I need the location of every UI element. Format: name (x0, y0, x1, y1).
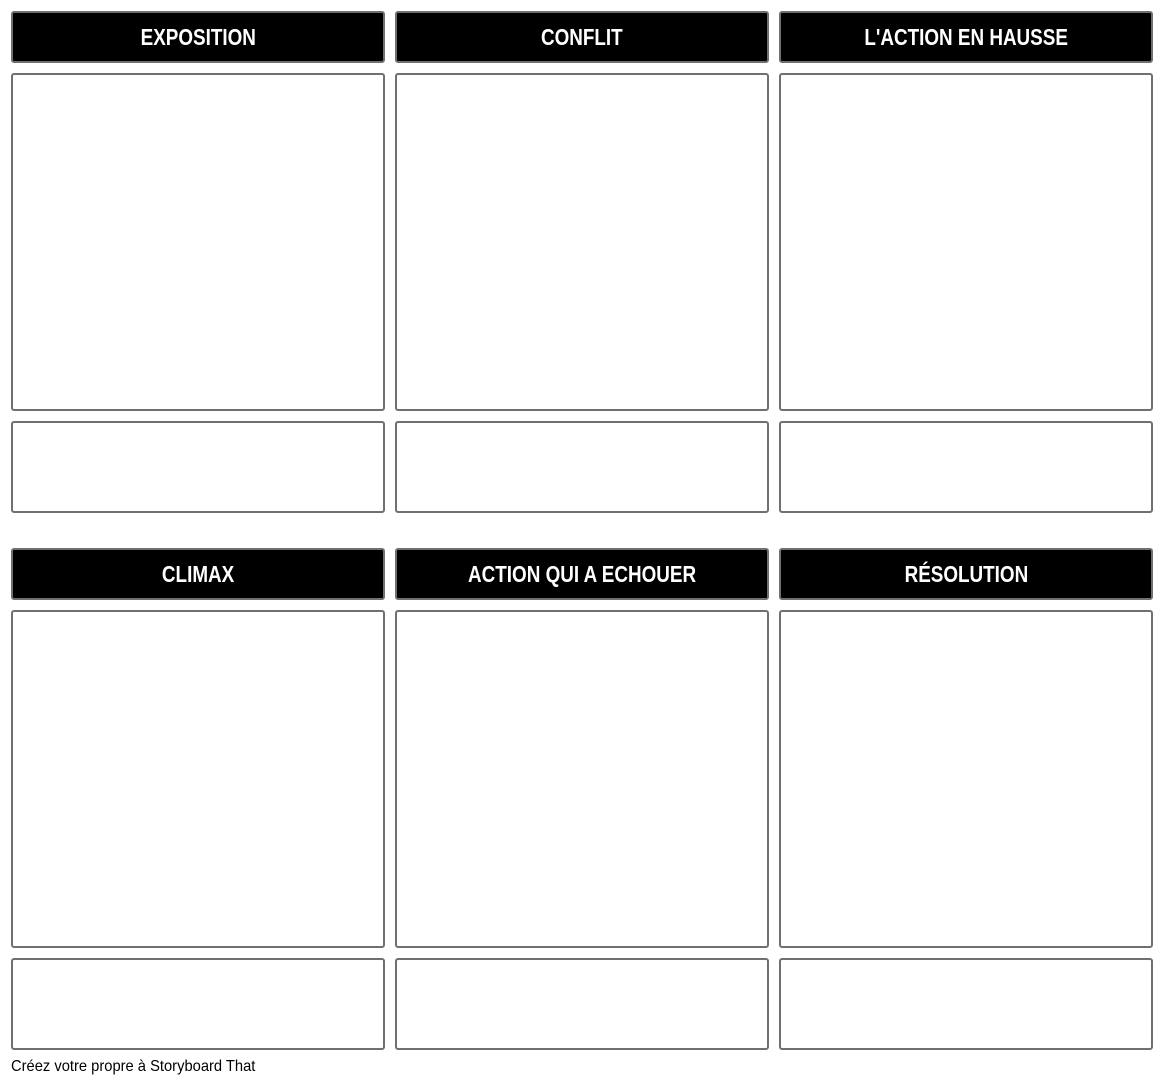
cell-title: RÉSOLUTION (779, 548, 1153, 600)
description-box[interactable] (395, 958, 769, 1050)
image-panel[interactable] (11, 73, 385, 411)
description-box[interactable] (11, 958, 385, 1050)
cell-title: EXPOSITION (11, 11, 385, 63)
cell-title: CONFLIT (395, 11, 769, 63)
cell-title: CLIMAX (11, 548, 385, 600)
cell-title-text: CLIMAX (161, 560, 235, 587)
cell-title-text: L'ACTION EN HAUSSE (864, 23, 1068, 50)
image-panel[interactable] (395, 610, 769, 948)
image-panel[interactable] (779, 73, 1153, 411)
description-box[interactable] (395, 421, 769, 513)
image-panel[interactable] (11, 610, 385, 948)
cell-title-text: RÉSOLUTION (904, 560, 1028, 587)
cell-title-text: ACTION QUI A ECHOUER (467, 560, 697, 587)
cell-title: L'ACTION EN HAUSSE (779, 11, 1153, 63)
image-panel[interactable] (395, 73, 769, 411)
cell-title-text: CONFLIT (541, 23, 623, 50)
footer-credit[interactable]: Créez votre propre à Storyboard That (11, 1058, 255, 1076)
description-box[interactable] (11, 421, 385, 513)
cell-title: ACTION QUI A ECHOUER (395, 548, 769, 600)
cell-title-text: EXPOSITION (140, 23, 256, 50)
image-panel[interactable] (779, 610, 1153, 948)
description-box[interactable] (779, 421, 1153, 513)
description-box[interactable] (779, 958, 1153, 1050)
